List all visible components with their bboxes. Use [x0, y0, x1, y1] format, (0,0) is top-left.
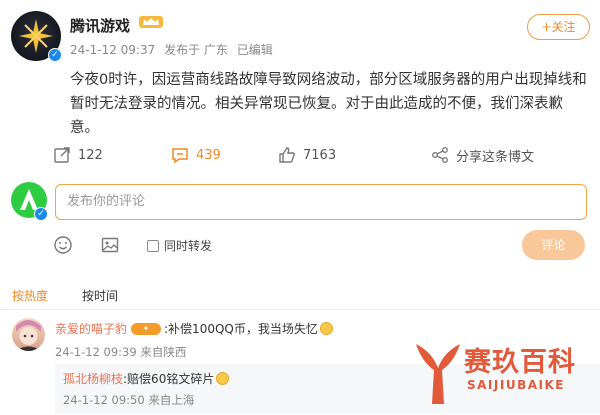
watermark: 赛玖百科 SAIJIUBAIKE: [414, 336, 600, 415]
thumbs-up-icon: [279, 147, 295, 163]
image-icon[interactable]: [100, 235, 120, 255]
reply-text: :赔偿60铭文碎片: [123, 372, 215, 386]
like-count: 7163: [303, 147, 337, 163]
commenter-name[interactable]: 亲爱的喵子豹: [55, 320, 127, 337]
share-icon: [432, 147, 448, 163]
emoji-icon[interactable]: [53, 235, 73, 255]
comment-line: 亲爱的喵子豹 ✦ :补偿100QQ币，我当场失忆: [55, 320, 333, 337]
post-meta: 24-1-12 09:37 发布于 广东 已编辑: [70, 41, 278, 58]
tab-by-time[interactable]: 按时间: [82, 287, 118, 304]
anime-avatar-icon: [15, 320, 42, 351]
reply-date: 24-1-12 09:50: [63, 393, 145, 407]
my-verified-icon: ✓: [34, 207, 48, 221]
reply-location: 来自上海: [148, 393, 195, 407]
comment-button[interactable]: 439: [170, 142, 221, 168]
emoji-icon: [216, 372, 230, 385]
comment-icon: [172, 148, 188, 164]
composer-toolbar: 同时转发: [0, 232, 600, 258]
repost-checkbox[interactable]: 同时转发: [147, 237, 212, 254]
comment-location: 来自陕西: [140, 345, 187, 359]
post-date[interactable]: 24-1-12 09:37: [70, 43, 155, 57]
comment-meta: 24-1-12 09:39 来自陕西: [55, 344, 186, 360]
watermark-title: 赛玖百科: [464, 347, 576, 378]
repost-count: 122: [78, 147, 103, 163]
share-label: 分享这条博文: [456, 149, 535, 165]
repost-option-label: 同时转发: [164, 239, 213, 253]
checkbox-box[interactable]: [147, 239, 159, 252]
post-text: 今夜0时许，因运营商线路故障导致网络波动，部分区域服务器的用户出现掉线和暂时无法…: [70, 72, 587, 136]
reply-meta: 24-1-12 09:50 来自上海: [63, 392, 194, 408]
comment-count: 439: [196, 147, 221, 163]
verified-icon: ✓: [48, 48, 62, 62]
reply-line: 孤北杨柳枝 :赔偿60铭文碎片: [63, 370, 230, 387]
like-button[interactable]: 7163: [277, 142, 336, 168]
post-location: 发布于 广东: [164, 43, 228, 57]
watermark-subtitle: SAIJIUBAIKE: [467, 378, 565, 392]
repost-icon: [54, 147, 70, 163]
commenter-avatar[interactable]: [12, 318, 45, 351]
emoji-icon: [319, 322, 333, 335]
divider: [0, 309, 600, 310]
tab-by-popularity[interactable]: 按热度: [12, 287, 48, 304]
fan-badge: ✦: [131, 322, 162, 335]
comment-text: :补偿100QQ币，我当场失忆: [164, 322, 318, 336]
repost-button[interactable]: 122: [52, 142, 103, 168]
submit-comment-button[interactable]: 评论: [522, 230, 585, 260]
share-button[interactable]: 分享这条博文: [430, 142, 534, 168]
action-bar: 122 439 7163 分享这条博文: [0, 142, 600, 170]
reply-user-name[interactable]: 孤北杨柳枝: [63, 370, 123, 387]
comment-date: 24-1-12 09:39: [55, 345, 137, 359]
edited-label[interactable]: 已编辑: [237, 43, 273, 57]
whale-tail-logo-icon: [416, 344, 460, 404]
follow-button[interactable]: +关注: [527, 14, 590, 40]
author-name[interactable]: 腾讯游戏: [70, 15, 130, 36]
comment-input[interactable]: 发布你的评论: [55, 184, 587, 220]
vip-crown-icon: [139, 16, 163, 28]
